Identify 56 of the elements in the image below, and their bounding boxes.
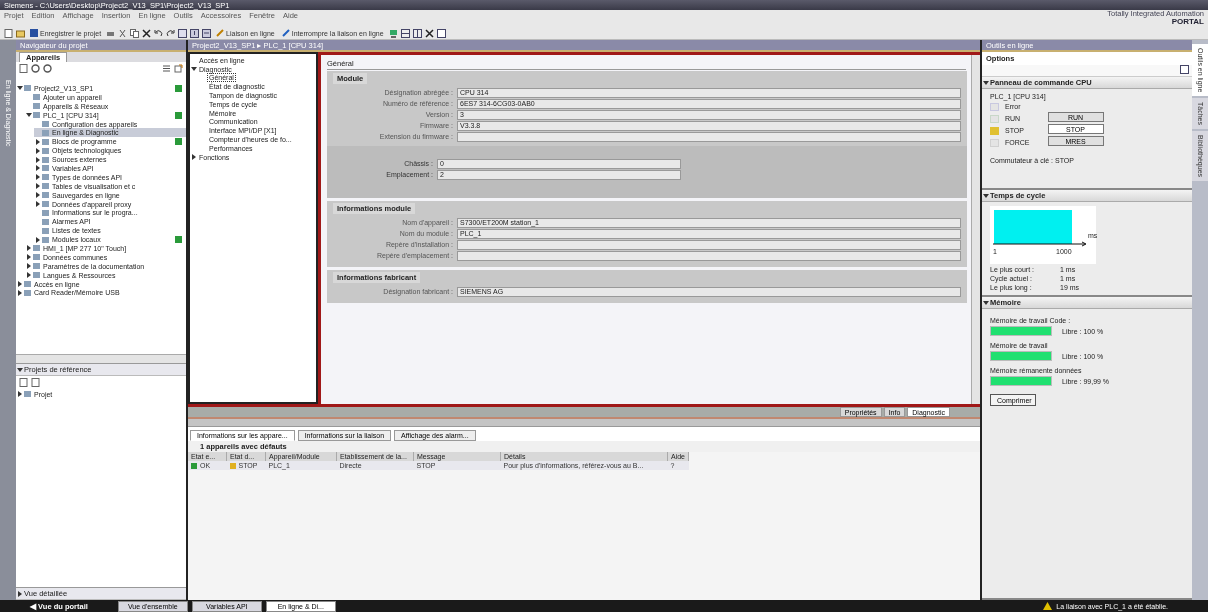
online-icon[interactable]: [31, 64, 40, 73]
memory-bar: [990, 351, 1052, 361]
collapsed-arrow-icon[interactable]: [16, 391, 24, 398]
collapsed-arrow-icon[interactable]: [25, 272, 33, 279]
expanded-arrow-icon[interactable]: [982, 192, 990, 199]
copy-icon[interactable]: [130, 28, 140, 38]
new-file-icon[interactable]: [19, 64, 28, 73]
plug-icon: [216, 29, 225, 37]
memory-bar: [990, 376, 1052, 386]
scroll-bar[interactable]: [971, 55, 980, 404]
window-icon[interactable]: [1180, 65, 1189, 74]
expanded-arrow-icon[interactable]: [16, 366, 24, 373]
brand-name: PORTAL: [1171, 18, 1204, 26]
collapsed-arrow-icon[interactable]: [34, 192, 42, 199]
collapsed-arrow-icon[interactable]: [16, 590, 24, 597]
open-project-icon[interactable]: [19, 378, 28, 387]
split-vertical-icon[interactable]: [412, 28, 422, 38]
compile-icon[interactable]: [178, 28, 188, 38]
memory-bar: [990, 326, 1052, 336]
collapsed-arrow-icon[interactable]: [34, 165, 42, 172]
close-icon[interactable]: [424, 28, 434, 38]
window-icon[interactable]: [436, 28, 446, 38]
upload-icon[interactable]: [202, 28, 212, 38]
plug-icon: [281, 29, 290, 37]
scroll-bar[interactable]: [16, 354, 186, 363]
collapsed-arrow-icon[interactable]: [34, 138, 42, 145]
new-file-icon[interactable]: [4, 28, 13, 38]
folder-icon: [24, 391, 31, 398]
collapsed-arrow-icon[interactable]: [25, 254, 33, 261]
collapsed-arrow-icon[interactable]: [25, 245, 33, 252]
open-folder-icon[interactable]: [16, 28, 25, 38]
collapsed-arrow-icon[interactable]: [34, 183, 42, 190]
collapsed-arrow-icon[interactable]: [34, 201, 42, 207]
accessible-devices-icon[interactable]: [388, 28, 398, 38]
expanded-arrow-icon[interactable]: [16, 85, 24, 92]
cut-icon[interactable]: [118, 28, 128, 38]
download-icon[interactable]: [190, 28, 200, 38]
expanded-arrow-icon[interactable]: [982, 299, 990, 306]
collapsed-arrow-icon[interactable]: [34, 147, 42, 154]
collapsed-arrow-icon[interactable]: [34, 156, 42, 163]
expanded-arrow-icon[interactable]: [190, 66, 198, 73]
collapsed-arrow-icon[interactable]: [34, 236, 42, 243]
list-view-icon[interactable]: [162, 64, 171, 73]
collapsed-arrow-icon[interactable]: [25, 263, 33, 270]
offline-icon[interactable]: [43, 64, 52, 73]
split-horizontal-icon[interactable]: [400, 28, 410, 38]
warning-icon: [1043, 602, 1053, 610]
collapsed-arrow-icon[interactable]: [34, 174, 42, 181]
expanded-arrow-icon[interactable]: [982, 79, 990, 86]
delete-icon[interactable]: [142, 28, 152, 38]
export-icon[interactable]: [174, 64, 183, 73]
collapsed-arrow-icon[interactable]: [190, 154, 198, 161]
expanded-arrow-icon[interactable]: [25, 112, 33, 119]
close-project-icon[interactable]: [31, 378, 40, 387]
redo-icon[interactable]: [166, 28, 176, 38]
undo-icon[interactable]: [154, 28, 164, 38]
